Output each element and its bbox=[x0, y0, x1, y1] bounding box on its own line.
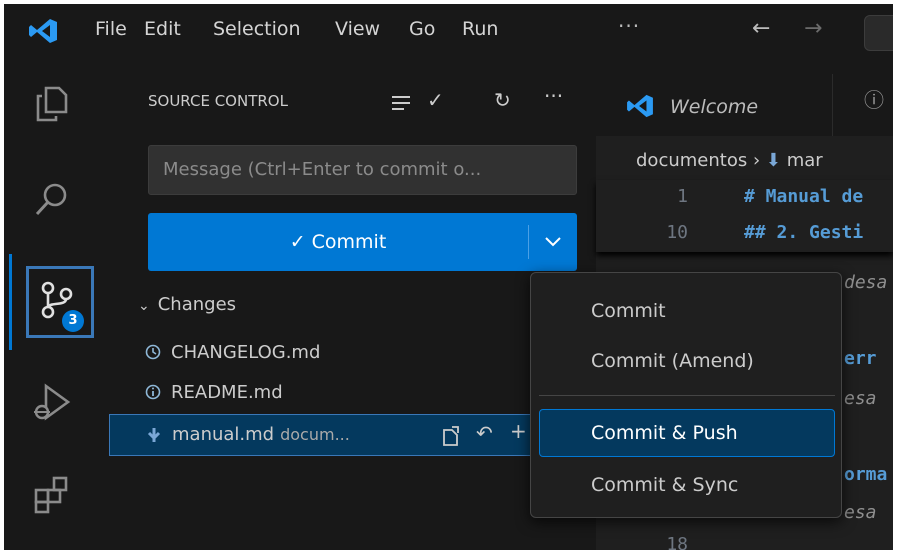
code-text: ## 2. Gesti bbox=[744, 222, 864, 243]
breadcrumb-separator-icon: › bbox=[752, 150, 766, 171]
menu-separator bbox=[539, 395, 835, 396]
vscode-logo-icon bbox=[29, 19, 57, 43]
menu-go[interactable]: Go bbox=[409, 18, 435, 40]
code-text: desa bbox=[844, 272, 888, 293]
sticky-scroll: 1 # Manual de 10 ## 2. Gesti bbox=[596, 180, 893, 252]
menu-view[interactable]: View bbox=[335, 18, 380, 40]
menu-item-commit-push[interactable]: Commit & Push bbox=[539, 409, 835, 457]
vscode-window: File Edit Selection View Go Run ··· ← → … bbox=[4, 4, 893, 550]
info-file-icon bbox=[145, 384, 161, 400]
menubar: File Edit Selection View Go Run ··· ← → bbox=[4, 4, 893, 60]
code-line: 10 ## 2. Gesti bbox=[596, 216, 893, 250]
open-file-icon[interactable] bbox=[440, 425, 462, 447]
scm-badge: 3 bbox=[62, 310, 84, 332]
file-name: README.md bbox=[171, 382, 283, 403]
changelog-file-icon bbox=[145, 344, 161, 360]
changed-file-row-selected[interactable]: manual.md docum... ↶ + bbox=[109, 414, 549, 456]
chevron-down-icon: ⌄ bbox=[138, 298, 150, 314]
file-name: manual.md docum... bbox=[172, 424, 350, 445]
menu-edit[interactable]: Edit bbox=[144, 18, 181, 40]
chevron-down-icon bbox=[544, 237, 561, 247]
line-number: 1 bbox=[677, 186, 688, 207]
activity-active-indicator bbox=[9, 254, 12, 350]
menu-item-label: Commit & Push bbox=[591, 422, 738, 444]
menu-item-commit-sync[interactable]: Commit & Sync bbox=[539, 461, 835, 509]
extensions-icon[interactable] bbox=[32, 474, 72, 514]
breadcrumb[interactable]: documentos › ⬇ mar bbox=[636, 150, 823, 171]
commit-dropdown-menu: Commit Commit (Amend) Commit & Push Comm… bbox=[530, 272, 842, 518]
discard-changes-icon[interactable]: ↶ bbox=[476, 421, 493, 445]
menu-selection[interactable]: Selection bbox=[213, 18, 301, 40]
code-text: esa bbox=[844, 388, 877, 409]
back-arrow-icon[interactable]: ← bbox=[752, 16, 770, 41]
explorer-icon[interactable] bbox=[32, 84, 72, 124]
code-text: # Manual de bbox=[744, 186, 864, 207]
run-debug-icon[interactable] bbox=[32, 382, 72, 422]
forward-arrow-icon[interactable]: → bbox=[804, 16, 822, 41]
menu-more-icon[interactable]: ··· bbox=[618, 14, 640, 38]
changes-label: Changes bbox=[157, 294, 237, 315]
search-icon[interactable] bbox=[32, 180, 72, 220]
breadcrumb-folder[interactable]: documentos bbox=[636, 150, 747, 171]
line-number: 18 bbox=[666, 534, 688, 550]
source-control-title: SOURCE CONTROL bbox=[148, 92, 288, 110]
code-text: orma bbox=[844, 464, 888, 485]
code-text: esa bbox=[844, 502, 877, 523]
changed-file-row[interactable]: CHANGELOG.md bbox=[109, 334, 549, 372]
tab-welcome[interactable]: Welcome bbox=[596, 74, 833, 136]
refresh-icon[interactable]: ↻ bbox=[494, 88, 511, 112]
commit-button-label: ✓ Commit bbox=[289, 231, 387, 253]
line-number: 10 bbox=[666, 222, 688, 243]
commit-dropdown-button[interactable] bbox=[528, 213, 577, 271]
file-name: CHANGELOG.md bbox=[171, 342, 321, 363]
menu-item-label: Commit (Amend) bbox=[591, 350, 754, 372]
code-line: 18 bbox=[596, 528, 893, 550]
stage-changes-icon[interactable]: + bbox=[510, 419, 527, 443]
file-path: docum... bbox=[280, 425, 350, 444]
commit-check-icon[interactable]: ✓ bbox=[427, 88, 444, 112]
commit-message-input[interactable]: Message (Ctrl+Enter to commit o... bbox=[148, 145, 577, 195]
command-center[interactable] bbox=[864, 15, 893, 51]
markdown-file-icon bbox=[147, 428, 161, 442]
view-as-list-icon[interactable] bbox=[390, 94, 412, 112]
code-line: 1 # Manual de bbox=[596, 180, 893, 214]
menu-file[interactable]: File bbox=[95, 18, 127, 40]
tab-bar: Welcome ⓘ bbox=[596, 60, 893, 136]
code-text: err bbox=[844, 348, 877, 369]
menu-item-label: Commit & Sync bbox=[591, 474, 739, 496]
changed-file-row[interactable]: README.md bbox=[109, 374, 549, 412]
info-tab-icon[interactable]: ⓘ bbox=[864, 84, 884, 113]
menu-item-commit[interactable]: Commit bbox=[539, 287, 835, 335]
menu-item-commit-amend[interactable]: Commit (Amend) bbox=[539, 337, 835, 385]
vscode-tab-icon bbox=[627, 94, 653, 118]
markdown-file-icon: ⬇ bbox=[765, 150, 781, 171]
menu-item-label: Commit bbox=[591, 300, 666, 322]
tab-welcome-label: Welcome bbox=[670, 96, 759, 118]
breadcrumb-file[interactable]: mar bbox=[787, 150, 823, 171]
commit-button[interactable]: ✓ Commit bbox=[148, 213, 528, 271]
more-actions-icon[interactable]: ··· bbox=[544, 84, 563, 108]
changes-group-header[interactable]: ⌄ Changes bbox=[138, 294, 236, 315]
menu-run[interactable]: Run bbox=[462, 18, 498, 40]
